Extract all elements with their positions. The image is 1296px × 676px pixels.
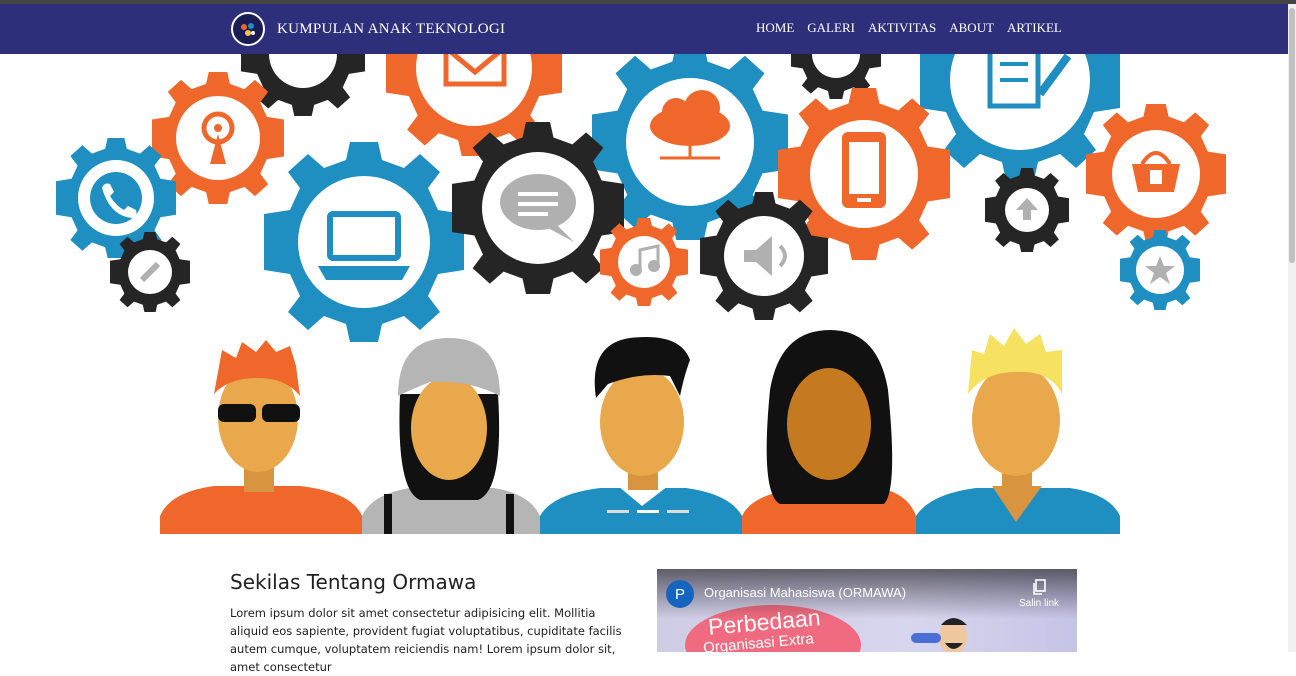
carousel-dot-1[interactable]	[607, 510, 629, 513]
carousel-dot-2[interactable]	[637, 510, 659, 513]
gear-laptop-icon	[264, 142, 464, 342]
gear-star-icon	[1120, 230, 1200, 310]
nav-aktivitas[interactable]: AKTIVITAS	[868, 20, 936, 36]
gear-link-icon	[110, 232, 190, 312]
gear-basket-icon	[1086, 104, 1226, 244]
nav-about[interactable]: ABOUT	[949, 20, 994, 36]
copy-link-label: Salin link	[1018, 598, 1060, 609]
navbar: KUMPULAN ANAK TEKNOLOGI HOME GALERI AKTI…	[0, 4, 1288, 54]
about-section: Sekilas Tentang Ormawa Lorem ipsum dolor…	[230, 570, 630, 676]
carousel-dot-3[interactable]	[667, 510, 689, 513]
about-title: Sekilas Tentang Ormawa	[230, 570, 477, 594]
nav-artikel[interactable]: ARTIKEL	[1007, 20, 1062, 36]
video-title[interactable]: Organisasi Mahasiswa (ORMAWA)	[704, 585, 906, 600]
video-embed[interactable]: Perbedaan Organisasi Extra P Organisasi …	[657, 569, 1077, 652]
gear-upload-icon	[985, 168, 1069, 252]
person-blonde	[916, 328, 1120, 534]
scrollbar-thumb[interactable]	[1289, 8, 1295, 263]
hero-carousel[interactable]	[0, 54, 1288, 534]
about-text: Lorem ipsum dolor sit amet consectetur a…	[230, 606, 622, 674]
copy-link-button[interactable]: Salin link	[1017, 579, 1061, 609]
carousel-indicators	[607, 510, 689, 513]
brand-title[interactable]: KUMPULAN ANAK TEKNOLOGI	[277, 21, 505, 38]
main-nav: HOME GALERI AKTIVITAS ABOUT ARTIKEL	[756, 20, 1062, 36]
person-sunglasses	[160, 340, 362, 534]
gear-music-icon	[600, 218, 688, 306]
channel-avatar[interactable]: P	[666, 580, 694, 608]
brand[interactable]: KUMPULAN ANAK TEKNOLOGI	[231, 12, 505, 46]
kuat-logo-icon	[231, 12, 265, 46]
nav-home[interactable]: HOME	[756, 20, 794, 36]
person-long-hair	[742, 330, 916, 534]
person-dark-hair	[540, 336, 742, 534]
gear-speaker-icon	[700, 192, 828, 320]
person-beanie	[362, 338, 540, 534]
nav-galeri[interactable]: GALERI	[807, 20, 855, 36]
copy-icon	[1033, 579, 1046, 595]
hero-illustration	[55, 54, 1226, 534]
gear-chat-icon	[452, 122, 624, 294]
